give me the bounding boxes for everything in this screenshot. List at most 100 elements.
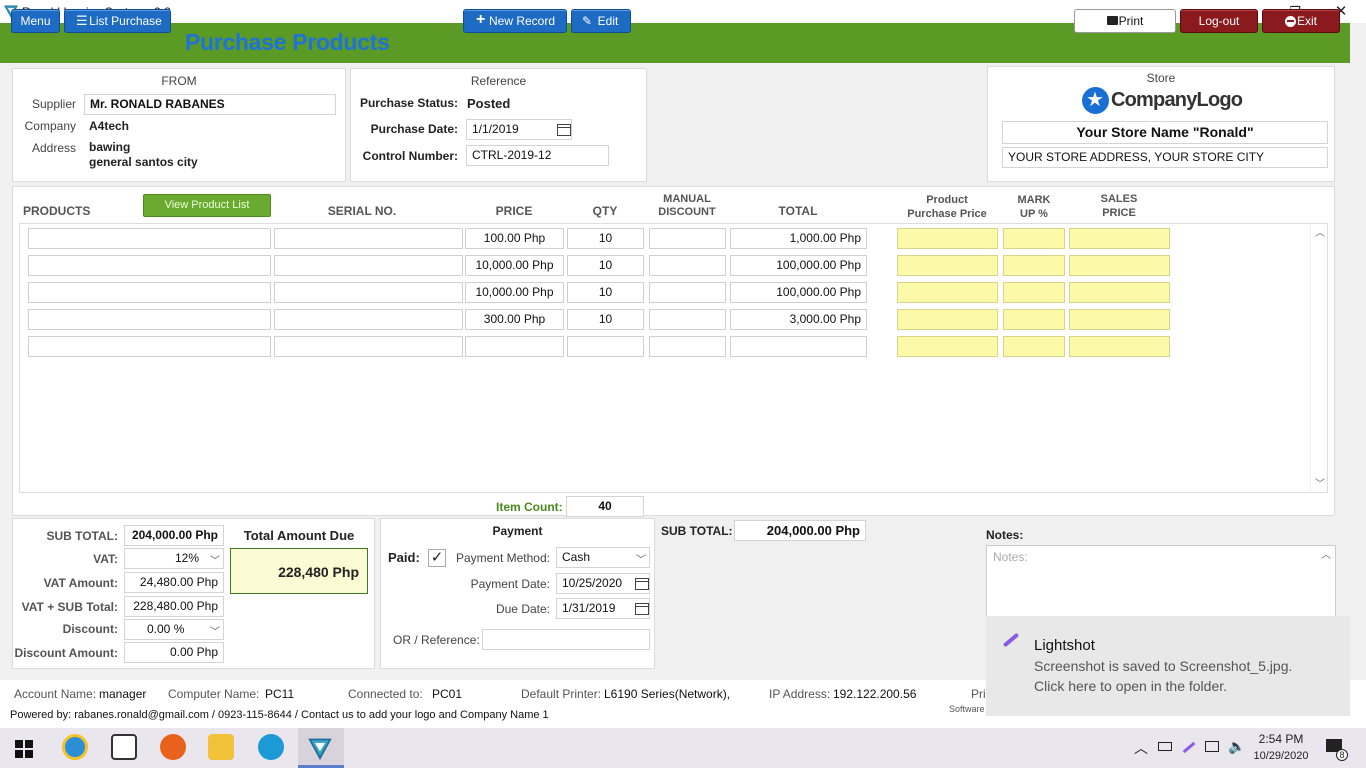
new-record-button[interactable]: + New Record	[463, 9, 567, 33]
firefox-icon[interactable]	[160, 734, 186, 760]
serial-cell[interactable]	[274, 282, 463, 303]
manual-discount-cell[interactable]	[649, 336, 726, 357]
serial-cell[interactable]	[274, 228, 463, 249]
serial-cell[interactable]	[274, 309, 463, 330]
purchase-price-cell[interactable]	[897, 228, 998, 249]
toast-line1: Screenshot is saved to Screenshot_5.jpg.	[1034, 658, 1293, 674]
price-cell[interactable]: 100.00 Php	[465, 228, 564, 249]
price-cell[interactable]: 10,000.00 Php	[465, 282, 564, 303]
supplier-field[interactable]: Mr. RONALD RABANES	[84, 94, 336, 115]
clock-time[interactable]: 2:54 PM	[1256, 732, 1306, 746]
serial-cell[interactable]	[274, 255, 463, 276]
header-serial: SERIAL NO.	[327, 204, 397, 218]
product-cell[interactable]	[28, 282, 271, 303]
total-due-value: 228,480 Php	[230, 548, 368, 594]
chevron-down-icon[interactable]: ﹀	[207, 623, 223, 638]
total-cell[interactable]: 3,000.00 Php	[730, 309, 867, 330]
notes-textarea[interactable]: Notes: ︿	[986, 545, 1336, 617]
purchase-price-cell[interactable]	[897, 282, 998, 303]
or-reference-field[interactable]	[482, 629, 650, 650]
sales-price-cell[interactable]	[1069, 336, 1170, 357]
clock-date[interactable]: 10/29/2020	[1250, 750, 1312, 762]
view-product-list-button[interactable]: View Product List	[143, 194, 271, 217]
list-purchase-button[interactable]: ☰ List Purchase	[64, 9, 171, 33]
qty-cell[interactable]: 10	[567, 255, 644, 276]
serial-cell[interactable]	[274, 336, 463, 357]
sales-price-cell[interactable]	[1069, 309, 1170, 330]
total-cell[interactable]	[730, 336, 867, 357]
total-cell[interactable]: 100,000.00 Php	[730, 282, 867, 303]
feather-icon	[1002, 632, 1020, 648]
folder-icon[interactable]	[208, 734, 234, 760]
total-cell[interactable]: 1,000.00 Php	[730, 228, 867, 249]
lightshot-toast[interactable]: Lightshot Screenshot is saved to Screens…	[986, 616, 1350, 716]
markup-cell[interactable]	[1003, 255, 1065, 276]
network-icon[interactable]	[1205, 741, 1219, 752]
pri-truncated: Pri	[971, 687, 986, 701]
paid-checkbox[interactable]: ✓	[428, 549, 446, 567]
price-cell[interactable]: 10,000.00 Php	[465, 255, 564, 276]
vat-sub-total-label: VAT + SUB Total:	[21, 600, 118, 614]
qty-cell[interactable]	[567, 336, 644, 357]
purchase-price-cell[interactable]	[897, 309, 998, 330]
battery-icon[interactable]	[1158, 742, 1172, 751]
exit-icon	[1285, 16, 1296, 27]
logout-button[interactable]: Log-out	[1180, 9, 1258, 33]
manual-discount-cell[interactable]	[649, 228, 726, 249]
total-cell[interactable]: 100,000.00 Php	[730, 255, 867, 276]
calendar-icon[interactable]	[557, 124, 571, 136]
purchase-price-cell[interactable]	[897, 255, 998, 276]
chevron-up-icon[interactable]: ︿	[1315, 224, 1325, 239]
header-total: TOTAL	[778, 204, 818, 218]
grid-scrollbar[interactable]: ︿ ﹀	[1310, 224, 1327, 492]
purchase-price-cell[interactable]	[897, 336, 998, 357]
price-cell[interactable]	[465, 336, 564, 357]
markup-cell[interactable]	[1003, 228, 1065, 249]
company-logo: CompanyLogo	[1111, 89, 1243, 111]
sales-price-cell[interactable]	[1069, 282, 1170, 303]
chevron-up-icon[interactable]: ︿	[1134, 738, 1148, 758]
printer-icon	[1107, 16, 1118, 25]
product-cell[interactable]	[28, 255, 271, 276]
markup-cell[interactable]	[1003, 336, 1065, 357]
ip-label: IP Address:	[769, 687, 831, 701]
markup-cell[interactable]	[1003, 309, 1065, 330]
app-icon[interactable]	[308, 736, 332, 760]
markup-cell[interactable]	[1003, 282, 1065, 303]
exit-button[interactable]: Exit	[1262, 9, 1340, 33]
product-cell[interactable]	[28, 228, 271, 249]
edit-button[interactable]: ✎ Edit	[571, 9, 631, 33]
qty-cell[interactable]: 10	[567, 282, 644, 303]
speaker-icon[interactable]: 🔈	[1228, 738, 1245, 755]
print-button[interactable]: Print	[1074, 9, 1176, 33]
address-line2: general santos city	[89, 155, 198, 169]
chevron-down-icon[interactable]: ﹀	[1315, 475, 1325, 490]
qty-cell[interactable]: 10	[567, 309, 644, 330]
manual-discount-cell[interactable]	[649, 282, 726, 303]
status-label: Purchase Status:	[359, 96, 458, 110]
menu-button[interactable]: Menu	[11, 9, 60, 33]
product-cell[interactable]	[28, 309, 271, 330]
qty-cell[interactable]: 10	[567, 228, 644, 249]
sales-price-cell[interactable]	[1069, 228, 1170, 249]
edge-icon[interactable]	[258, 734, 284, 760]
control-number-field[interactable]: CTRL-2019-12	[466, 145, 609, 166]
vnc-icon[interactable]	[111, 734, 137, 760]
discount-label: Discount:	[62, 622, 118, 636]
calendar-icon[interactable]	[635, 578, 649, 590]
ie-icon[interactable]	[62, 734, 88, 760]
chevron-down-icon[interactable]: ﹀	[633, 551, 649, 566]
manual-discount-cell[interactable]	[649, 255, 726, 276]
chevron-down-icon[interactable]: ﹀	[207, 552, 223, 567]
store-address: YOUR STORE ADDRESS, YOUR STORE CITY	[1002, 147, 1328, 168]
product-cell[interactable]	[28, 336, 271, 357]
item-count-value: 40	[566, 496, 644, 517]
manual-discount-cell[interactable]	[649, 309, 726, 330]
price-cell[interactable]: 300.00 Php	[465, 309, 564, 330]
chevron-up-icon[interactable]: ︿	[1321, 546, 1331, 561]
payment-title: Payment	[492, 524, 543, 538]
calendar-icon[interactable]	[635, 603, 649, 615]
sales-price-cell[interactable]	[1069, 255, 1170, 276]
edit-label: Edit	[597, 14, 619, 28]
windows-start-icon[interactable]	[15, 740, 33, 758]
